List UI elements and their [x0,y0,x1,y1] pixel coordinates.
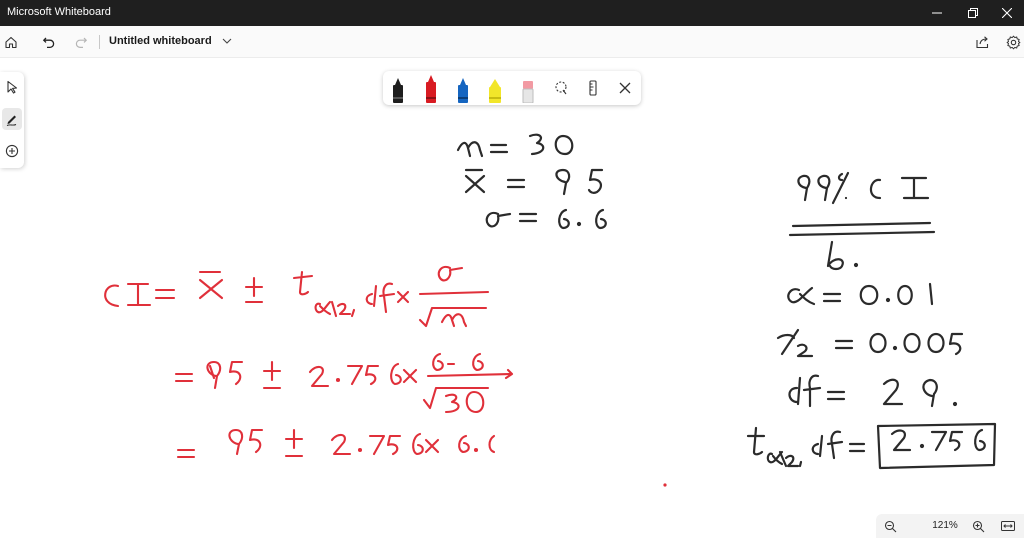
blue-pen-icon [458,78,468,103]
settings-icon [1005,34,1021,50]
app-bar: Untitled whiteboard [0,26,1024,58]
black-pen-icon [393,78,403,103]
ruler-button[interactable] [580,75,606,101]
inking-tool-button[interactable] [2,108,22,130]
settings-button[interactable] [1002,31,1024,53]
red-pen-button[interactable] [418,73,444,103]
zoom-in-icon [972,520,984,532]
home-icon [5,36,17,49]
undo-icon [42,37,55,49]
yellow-highlighter-button[interactable] [482,75,508,103]
highlighter-icon [489,79,501,103]
title-bar: Microsoft Whiteboard [0,0,1024,26]
add-button[interactable] [2,140,22,162]
close-icon [619,82,631,94]
lasso-select-button[interactable] [548,75,574,101]
toolbar-divider [99,35,100,49]
title-dropdown-button[interactable] [218,32,236,50]
fit-to-screen-button[interactable] [1000,518,1016,534]
red-ink-dot [663,483,667,487]
red-ink-formula [104,265,514,459]
red-pen-icon [426,75,436,103]
redo-icon [75,37,88,48]
minimize-icon [932,12,942,14]
zoom-bar: 121% [876,514,1024,538]
app-title: Microsoft Whiteboard [7,6,111,18]
eraser-button[interactable] [515,75,541,103]
blue-pen-button[interactable] [450,75,476,103]
minimize-button[interactable] [920,0,954,26]
restore-icon [968,8,978,18]
redo-button[interactable] [70,31,92,53]
maximize-button[interactable] [956,0,990,26]
zoom-in-button[interactable] [970,518,986,534]
black-ink-given-values [456,133,607,230]
share-button[interactable] [971,31,993,53]
ruler-icon [589,80,597,96]
share-icon [975,36,988,49]
zoom-level: 121% [932,520,958,531]
ink-layer [104,133,997,487]
pen-icon [6,115,17,126]
lasso-select-icon [555,81,567,95]
zoom-out-icon [884,520,896,532]
home-button[interactable] [0,31,22,53]
tool-rail [0,72,24,168]
pointer-icon [7,80,18,94]
plus-circle-icon [5,144,19,158]
undo-button[interactable] [38,31,60,53]
close-icon [1002,8,1012,18]
eraser-icon [522,81,534,103]
zoom-out-button[interactable] [882,518,898,534]
black-ink-right-work [746,171,997,470]
document-title[interactable]: Untitled whiteboard [109,35,212,47]
fit-to-screen-icon [1001,521,1015,531]
pen-toolbar [383,71,641,105]
black-pen-button[interactable] [385,75,411,103]
close-toolbar-button[interactable] [612,75,638,101]
chevron-down-icon [222,38,232,44]
whiteboard-canvas[interactable] [0,58,1024,538]
select-tool-button[interactable] [2,76,22,98]
close-window-button[interactable] [990,0,1024,26]
